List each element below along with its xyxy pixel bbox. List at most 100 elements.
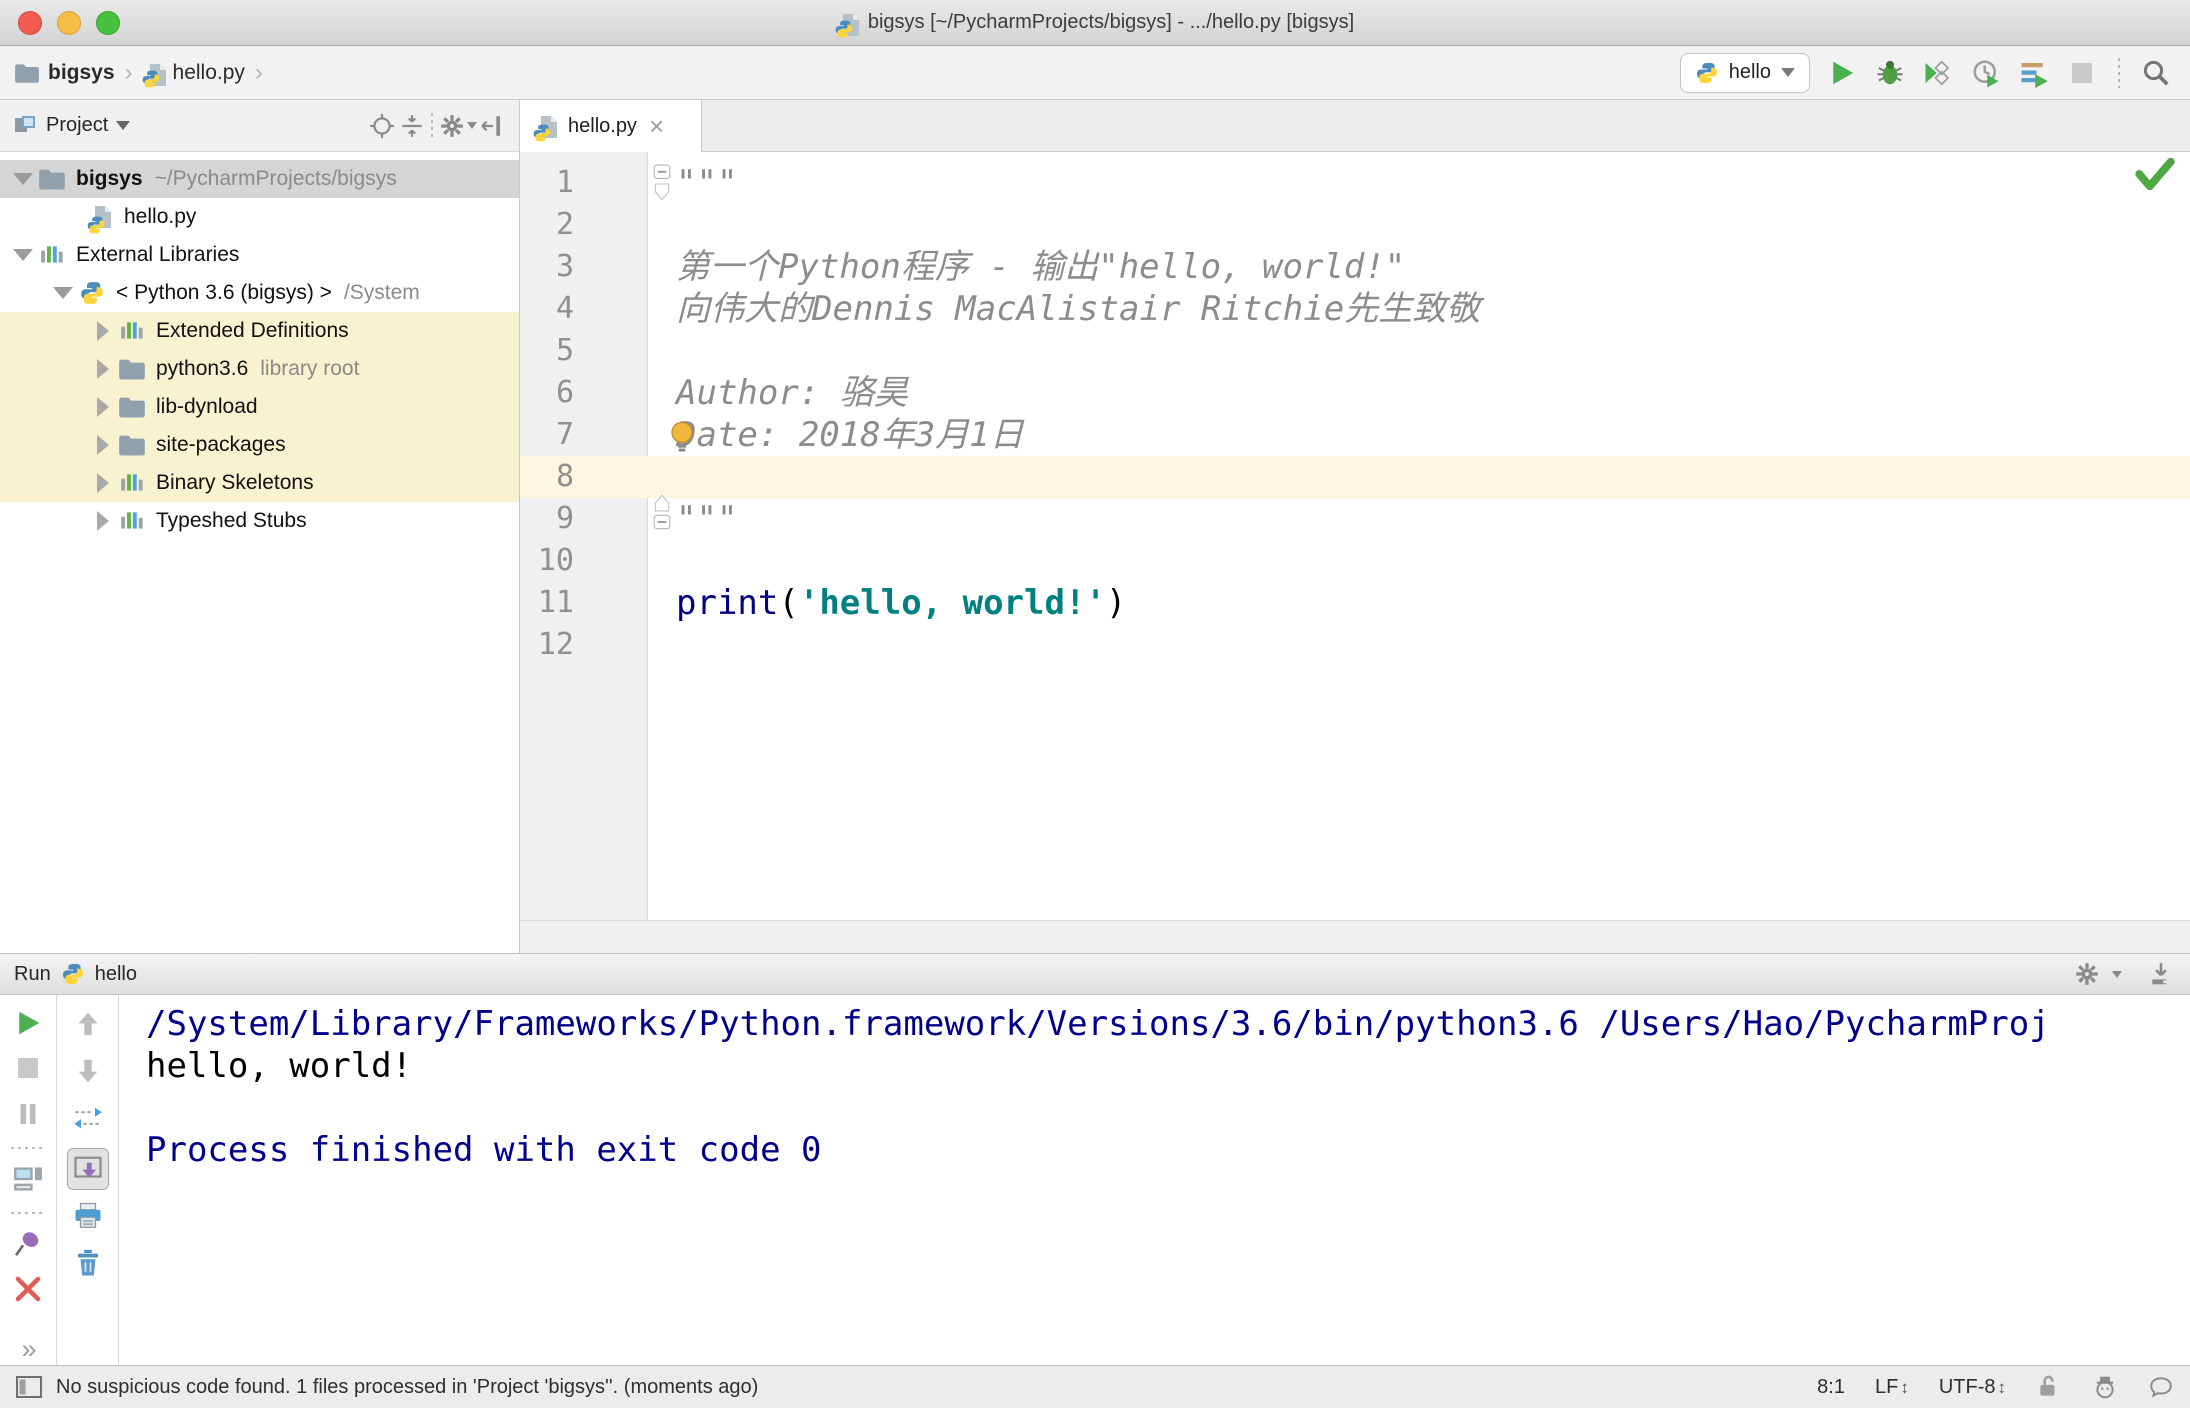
editor-bottom-strip xyxy=(520,920,2190,953)
breadcrumb-chevron-icon: › xyxy=(124,58,133,86)
code-line[interactable]: 12 xyxy=(520,624,2190,666)
console-exit-line: Process finished with exit code 0 xyxy=(146,1130,822,1170)
scroll-to-end-button[interactable] xyxy=(66,1148,109,1190)
tree-row-project-root[interactable]: bigsys ~/PycharmProjects/bigsys xyxy=(0,160,519,198)
print-button[interactable] xyxy=(71,1199,105,1233)
code-line[interactable]: 3 第一个Python程序 - 输出"hello, world!" xyxy=(520,246,2190,288)
concurrency-diagram-button[interactable] xyxy=(2018,57,2050,89)
tree-row-file[interactable]: hello.py xyxy=(0,198,519,236)
hide-panel-button[interactable] xyxy=(477,111,507,141)
tab-hello-py[interactable]: hello.py × xyxy=(520,100,702,152)
code-line[interactable]: 11 print('hello, world!') xyxy=(520,582,2190,624)
profiler-button[interactable] xyxy=(1970,57,2002,89)
library-icon xyxy=(118,470,146,496)
editor-area: hello.py × 1 """ 2 3 第一个Python程序 - 输出"he… xyxy=(520,100,2190,953)
up-stack-trace-button[interactable] xyxy=(71,1007,105,1041)
gear-settings-button[interactable] xyxy=(2072,959,2102,989)
folder-icon xyxy=(118,356,146,382)
chevron-right-icon[interactable] xyxy=(97,397,109,417)
chevron-right-icon[interactable] xyxy=(97,435,109,455)
rerun-button[interactable] xyxy=(11,1007,45,1039)
tree-row-python36[interactable]: python3.6 library root xyxy=(0,350,519,388)
code-line[interactable]: 2 xyxy=(520,204,2190,246)
run-with-coverage-button[interactable] xyxy=(1922,57,1954,89)
chevron-down-icon[interactable] xyxy=(13,249,33,261)
pause-button[interactable] xyxy=(11,1097,45,1129)
fold-collapse-icon[interactable] xyxy=(650,492,676,542)
library-icon xyxy=(118,508,146,534)
close-tab-icon[interactable]: × xyxy=(649,111,664,142)
updown-arrow-icon: ↕ xyxy=(1900,1377,1909,1397)
run-panel-header: Run hello xyxy=(0,953,2190,995)
toolbar-separator xyxy=(431,112,433,139)
chevron-down-icon[interactable] xyxy=(13,173,33,185)
chevron-down-icon[interactable] xyxy=(53,287,73,299)
line-number: 9 xyxy=(555,501,574,536)
down-stack-trace-button[interactable] xyxy=(71,1054,105,1088)
line-separator-widget[interactable]: LF ↕ xyxy=(1875,1376,1909,1399)
tree-row-site-packages[interactable]: site-packages xyxy=(0,426,519,464)
chevron-down-icon[interactable] xyxy=(116,121,131,130)
code-line[interactable]: 10 xyxy=(520,540,2190,582)
debug-button[interactable] xyxy=(1874,57,1906,89)
status-message: No suspicious code found. 1 files proces… xyxy=(56,1375,759,1398)
code-line[interactable]: 7 Date: 2018年3月1日 xyxy=(520,414,2190,456)
run-console-output[interactable]: /System/Library/Frameworks/Python.framew… xyxy=(119,995,2190,1365)
inspections-ok-icon[interactable] xyxy=(2134,156,2176,201)
code-line[interactable]: 1 """ xyxy=(520,162,2190,204)
folder-icon xyxy=(15,63,39,83)
tree-row-lib-dynload[interactable]: lib-dynload xyxy=(0,388,519,426)
project-tool-window: Project bigsys ~/PycharmProjects/bigsys … xyxy=(0,100,520,953)
chevron-right-icon[interactable] xyxy=(97,511,109,531)
pin-tab-button[interactable] xyxy=(11,1228,45,1260)
more-actions-button[interactable]: » xyxy=(21,1334,36,1365)
project-view-icon xyxy=(15,115,35,132)
stop-button[interactable] xyxy=(2066,57,2098,89)
breadcrumb-project[interactable]: bigsys xyxy=(14,61,115,85)
minimize-window-button[interactable] xyxy=(57,10,81,35)
close-window-button[interactable] xyxy=(18,10,42,35)
run-button[interactable] xyxy=(1826,57,1858,89)
gear-settings-button[interactable] xyxy=(437,111,467,141)
line-number: 4 xyxy=(555,291,574,326)
caret-position-widget[interactable]: 8:1 xyxy=(1817,1376,1845,1399)
locate-file-button[interactable] xyxy=(367,111,397,141)
tree-row-python-sdk[interactable]: < Python 3.6 (bigsys) > /System xyxy=(0,274,519,312)
chevron-down-icon xyxy=(467,122,477,129)
tree-row-typeshed-stubs[interactable]: Typeshed Stubs xyxy=(0,502,519,540)
toolwindow-access-icon[interactable] xyxy=(16,1374,42,1400)
notifications-bubble-icon[interactable] xyxy=(2148,1374,2174,1400)
dock-pin-button[interactable] xyxy=(2146,959,2176,989)
line-number: 2 xyxy=(555,207,574,242)
encoding-widget[interactable]: UTF-8 ↕ xyxy=(1939,1376,2006,1399)
stop-button[interactable] xyxy=(11,1052,45,1084)
close-panel-button[interactable] xyxy=(11,1273,45,1305)
chevron-right-icon[interactable] xyxy=(97,473,109,493)
chevron-right-icon[interactable] xyxy=(97,359,109,379)
soft-wrap-button[interactable] xyxy=(71,1101,105,1135)
python-file-icon xyxy=(835,10,859,37)
code-line[interactable]: 4 向伟大的Dennis MacAlistair Ritchie先生致敬 xyxy=(520,288,2190,330)
hector-inspector-icon[interactable] xyxy=(2092,1374,2118,1400)
breadcrumb: bigsys › hello.py › xyxy=(14,59,1680,87)
code-line-caret[interactable]: 8 xyxy=(520,456,2190,498)
lock-unlocked-icon[interactable] xyxy=(2036,1374,2062,1400)
toolbar-separator xyxy=(11,1146,45,1149)
tree-row-binary-skeletons[interactable]: Binary Skeletons xyxy=(0,464,519,502)
show-layouts-button[interactable] xyxy=(11,1163,45,1195)
run-configuration-select[interactable]: hello xyxy=(1679,52,1810,93)
library-icon xyxy=(38,242,66,268)
tree-row-extended-definitions[interactable]: Extended Definitions xyxy=(0,312,519,350)
code-line[interactable]: 6 Author: 骆昊 xyxy=(520,372,2190,414)
search-everywhere-icon[interactable] xyxy=(2140,57,2172,89)
breadcrumb-file[interactable]: hello.py xyxy=(142,60,245,87)
code-line[interactable]: 9 """ xyxy=(520,494,2190,540)
clear-console-button[interactable] xyxy=(71,1246,105,1280)
code-line[interactable]: 5 xyxy=(520,330,2190,372)
chevron-right-icon[interactable] xyxy=(97,321,109,341)
zoom-window-button[interactable] xyxy=(96,10,120,35)
code-editor[interactable]: 1 """ 2 3 第一个Python程序 - 输出"hello, world!… xyxy=(520,152,2190,920)
collapse-all-button[interactable] xyxy=(397,111,427,141)
tree-row-external-libraries[interactable]: External Libraries xyxy=(0,236,519,274)
